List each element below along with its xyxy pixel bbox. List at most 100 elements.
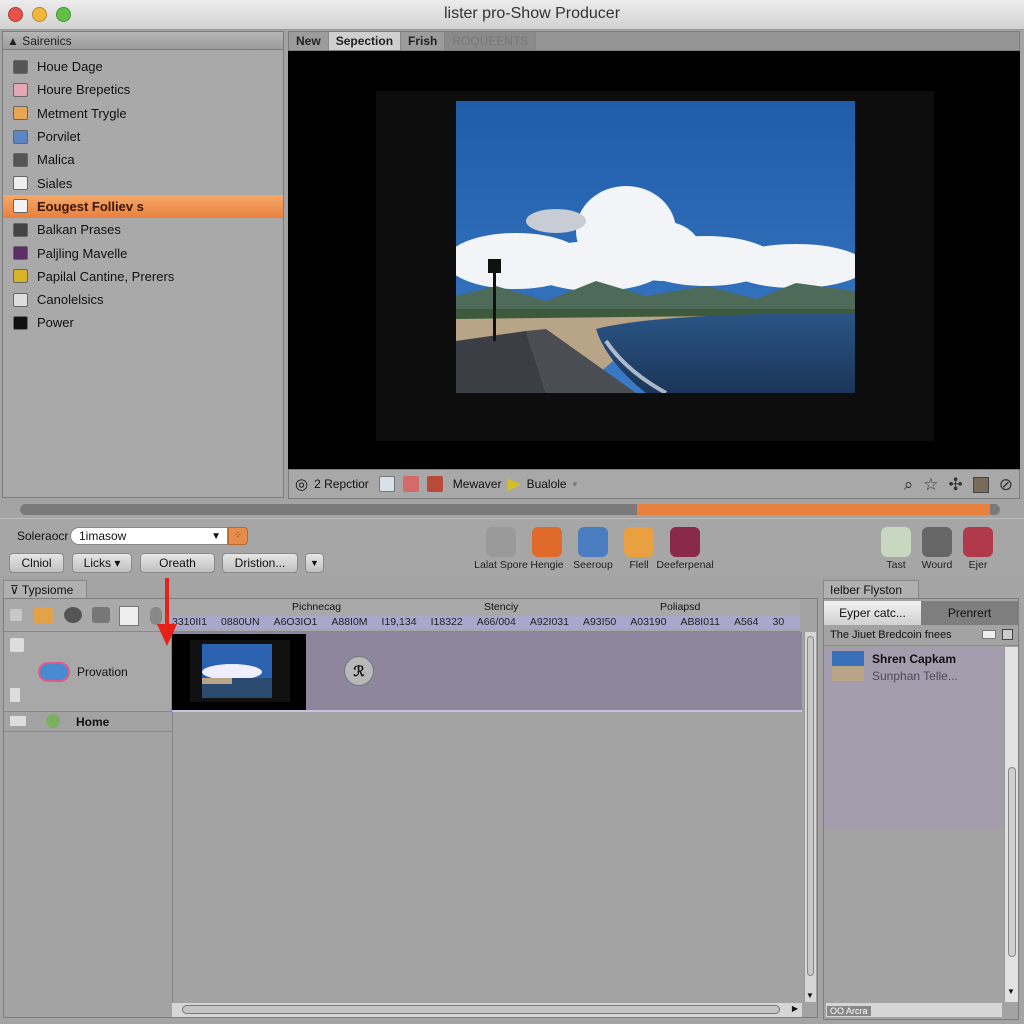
timeline-tab[interactable]: ⊽ Typsiome: [3, 580, 87, 599]
camera-icon[interactable]: [10, 638, 24, 652]
sidebar-item[interactable]: Papilal Cantine, Prerers: [3, 265, 283, 288]
compass-icon[interactable]: ⊘: [999, 475, 1013, 495]
timeline-clip[interactable]: [172, 634, 306, 710]
tab-sepection[interactable]: Sepection: [328, 32, 402, 50]
segment-eyper[interactable]: Eyper catc...: [824, 601, 921, 625]
oreath-button[interactable]: Oreath: [140, 553, 215, 573]
sidebar-item[interactable]: Power: [3, 311, 283, 334]
app-label: Ejer: [968, 559, 988, 571]
timeline-horizontal-scrollbar[interactable]: ▶: [172, 1003, 802, 1017]
app-pinwheel[interactable]: Ejer: [949, 527, 1007, 571]
sidebar-item-label: Eougest Folliev s: [37, 198, 144, 214]
timeline-ruler[interactable]: Pichnecag Stenciy Poliapsd 3310II1 0880UN…: [172, 599, 800, 632]
chart-icon[interactable]: [426, 476, 443, 492]
timeline-empty-area[interactable]: [172, 712, 802, 1002]
tab-new[interactable]: New: [289, 32, 329, 50]
track-provation: Provation ℛ: [4, 632, 802, 712]
play-icon[interactable]: ▶: [507, 474, 520, 494]
sidebar-item[interactable]: Paljling Mavelle: [3, 241, 283, 264]
sidebar-item[interactable]: Houe Dage: [3, 55, 283, 78]
sidebar-item-label: Balkan Prases: [37, 222, 121, 238]
zoom-tool-button[interactable]: ℛ: [344, 656, 374, 686]
camera-icon[interactable]: [64, 607, 82, 623]
preview-photo: [456, 101, 855, 393]
apple-icon: [13, 315, 28, 330]
mode-label[interactable]: Mewaver: [453, 477, 502, 491]
triangle-icon: ▲: [7, 34, 19, 48]
star-icon[interactable]: ☆: [923, 475, 938, 495]
scroll-thumb[interactable]: [1008, 767, 1016, 957]
footer-label[interactable]: OO Arcra: [827, 1006, 871, 1016]
sidebar-item[interactable]: Siales: [3, 171, 283, 194]
right-panel-tab[interactable]: Ielber Flyston: [823, 580, 919, 599]
scroll-thumb[interactable]: [807, 636, 814, 976]
grid-view-icon[interactable]: [1002, 629, 1013, 640]
folder-icon: [13, 199, 28, 214]
list-item[interactable]: Shren Capkam Sunphan Telle...: [824, 647, 1004, 687]
timeline-panel: Pichnecag Stenciy Poliapsd 3310II1 0880UN…: [3, 598, 818, 1018]
title-bar: lister pro-Show Producer: [0, 0, 1024, 30]
sidebar-item-label: Power: [37, 315, 74, 331]
viewer-tabs: New Sepection Frish ROQUEENTS: [288, 31, 1020, 51]
square-icon[interactable]: [10, 609, 22, 621]
sidebar-item[interactable]: Metment Trygle: [3, 102, 283, 125]
sidebar-item[interactable]: Houre Brepetics: [3, 78, 283, 101]
edit-icon[interactable]: [119, 606, 139, 626]
scrubber-range[interactable]: [637, 504, 991, 515]
photo-icon[interactable]: [972, 477, 989, 493]
gear-icon: [486, 527, 516, 557]
picture-icon: [13, 292, 28, 307]
landscape-icon: [881, 527, 911, 557]
tab-roqueents[interactable]: ROQUEENTS: [445, 32, 537, 50]
sidebar-item-label: Canolelsics: [37, 292, 104, 308]
timecode-value: A6O3IO1: [273, 616, 318, 628]
scroll-down-icon[interactable]: ▼: [806, 991, 814, 1000]
move-icon[interactable]: ✣: [949, 475, 963, 495]
scroll-down-icon[interactable]: ▼: [1007, 987, 1015, 996]
track-home[interactable]: Home: [4, 712, 172, 732]
track-label: Provation: [77, 665, 128, 679]
frame-icon[interactable]: [378, 476, 395, 492]
play-label[interactable]: Bualole: [527, 477, 567, 491]
item-title: Shren Capkam: [872, 652, 957, 666]
person-icon[interactable]: [402, 476, 419, 492]
playback-scrubber[interactable]: [20, 504, 1000, 515]
sidebar-item[interactable]: Canolelsics: [3, 288, 283, 311]
sidebar-item[interactable]: Balkan Prases: [3, 218, 283, 241]
more-dropdown-button[interactable]: ▼: [305, 553, 324, 573]
sidebar-item[interactable]: Porvilet: [3, 125, 283, 148]
timecode-band[interactable]: 3310II1 0880UN A6O3IO1 A88I0M I19,134 I18322 A…: [172, 616, 800, 629]
butterfly-icon: [13, 269, 28, 284]
segment-prenrert[interactable]: Prenrert: [921, 601, 1018, 625]
licks-button[interactable]: Licks ▾: [72, 553, 132, 573]
track-body[interactable]: ℛ: [172, 632, 802, 712]
dropdown-icon[interactable]: ▾: [573, 479, 578, 490]
app-music[interactable]: Deeferpenal: [656, 527, 714, 571]
folder-icon[interactable]: [34, 607, 54, 623]
drive-icon[interactable]: [92, 607, 110, 623]
options-button[interactable]: ⁘: [228, 527, 248, 545]
dristion-button[interactable]: Dristion...: [222, 553, 298, 573]
timecode-value: A03190: [630, 616, 667, 628]
track-header[interactable]: Provation: [4, 632, 172, 712]
figure-icon: [13, 246, 28, 261]
calendar-icon: [13, 59, 28, 74]
list-view-icon[interactable]: [982, 630, 996, 639]
sidebar-item[interactable]: Eougest Folliev s: [3, 194, 283, 219]
scroll-right-icon[interactable]: ▶: [792, 1004, 798, 1013]
clniol-button[interactable]: Clniol: [9, 553, 64, 573]
tab-frish[interactable]: Frish: [401, 32, 446, 50]
badge-icon[interactable]: ◎: [295, 475, 308, 493]
timecode-value: 0880UN: [221, 616, 260, 628]
video-icon: [10, 716, 26, 726]
item-subtitle: Sunphan Telle...: [872, 669, 958, 683]
timeline-vertical-scrollbar[interactable]: ▼: [804, 632, 816, 1002]
sidebar-item-label: Malica: [37, 152, 75, 168]
search-icon[interactable]: ⌕: [904, 475, 914, 495]
selector-dropdown[interactable]: 1imasow ▼: [70, 527, 228, 545]
sidebar-item[interactable]: Malica: [3, 148, 283, 171]
scroll-thumb[interactable]: [182, 1005, 780, 1014]
flag-icon[interactable]: [10, 688, 20, 702]
right-panel-scrollbar[interactable]: ▼: [1004, 647, 1018, 1002]
sidebar-item-label: Houe Dage: [37, 59, 103, 75]
